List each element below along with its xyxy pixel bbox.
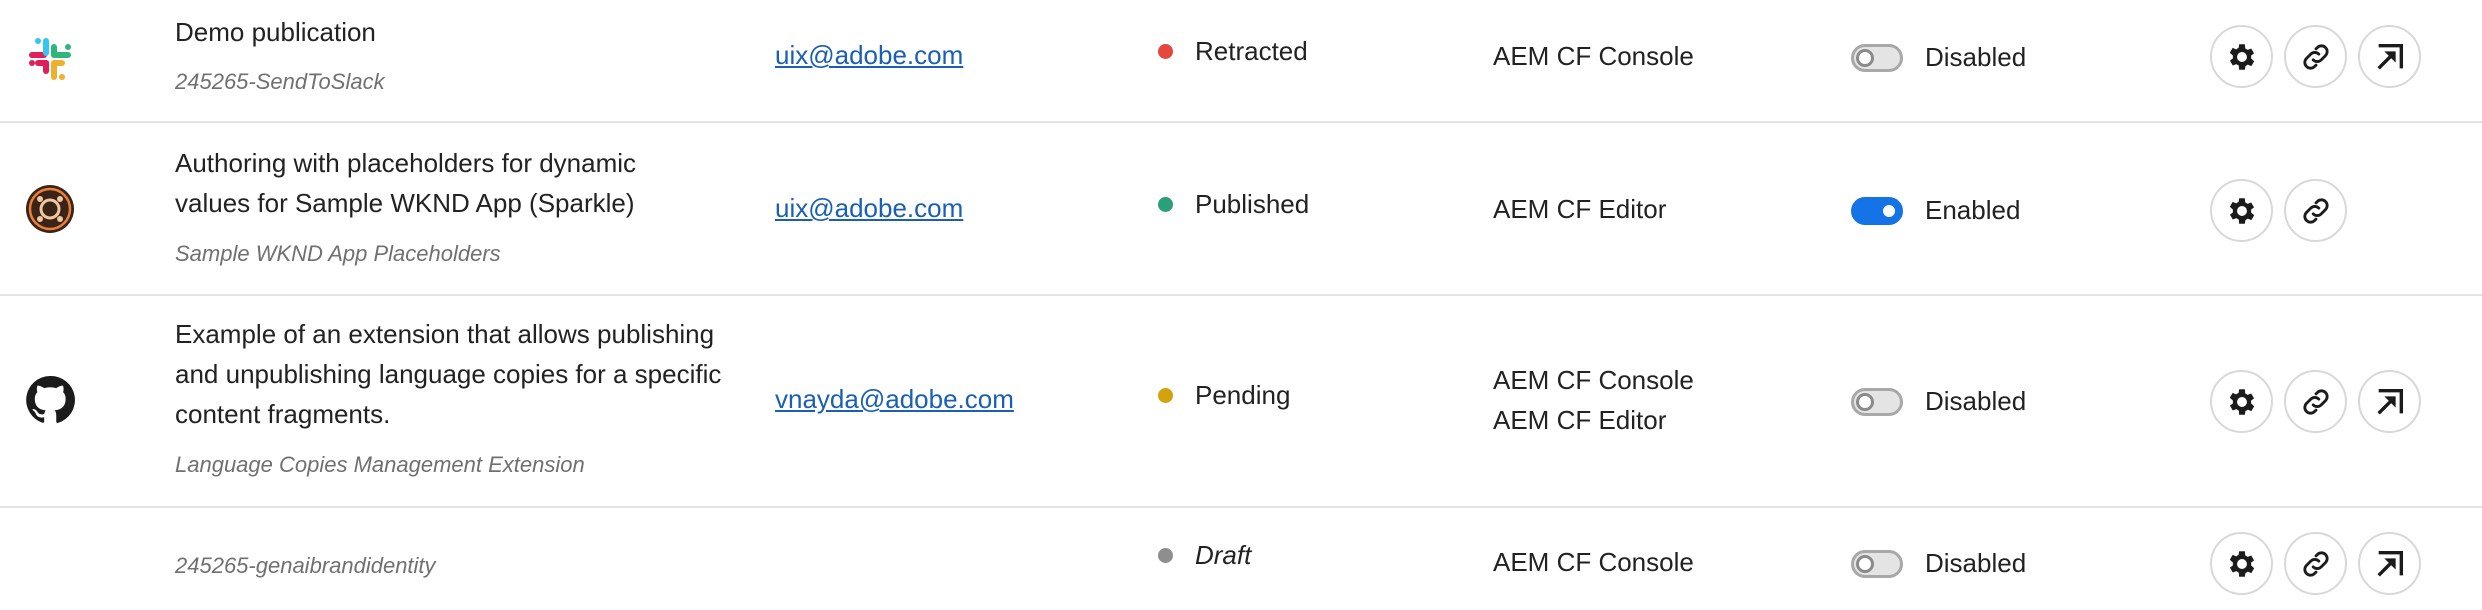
slack-icon [25, 34, 75, 84]
title-line: Example of an extension that allows publ… [175, 319, 715, 349]
toggle-label: Disabled [1925, 42, 2027, 72]
row-actions [2210, 370, 2421, 433]
title-line: content fragments. [175, 399, 391, 429]
row-actions [2210, 532, 2421, 595]
settings-icon [2229, 388, 2254, 415]
enable-toggle[interactable]: Disabled [1851, 386, 2026, 417]
open-external-button[interactable] [2358, 370, 2421, 433]
enable-toggle[interactable]: Enabled [1851, 195, 2020, 226]
open-external-button[interactable] [2358, 25, 2421, 88]
extension-points: AEM CF Editor [1493, 189, 1666, 229]
settings-button[interactable] [2210, 532, 2273, 595]
sparkle-app-icon [25, 184, 75, 234]
toggle-switch[interactable] [1851, 387, 1903, 416]
settings-button[interactable] [2210, 179, 2273, 242]
settings-icon [2229, 550, 2254, 577]
status-label: Retracted [1195, 36, 1308, 66]
table-row: Demo publication 245265-SendToSlack uix@… [0, 0, 2482, 123]
row-actions [2210, 179, 2347, 242]
github-icon [25, 375, 75, 425]
status-dot [1158, 197, 1173, 212]
status-dot [1158, 548, 1173, 563]
extension-id: Language Copies Management Extension [175, 452, 585, 477]
extension-title: Authoring with placeholders for dynamic … [175, 143, 735, 223]
extension-point: AEM CF Console [1493, 365, 1694, 395]
enable-toggle[interactable]: Disabled [1851, 548, 2026, 579]
copy-link-button[interactable] [2284, 532, 2347, 595]
status-badge: Retracted [1158, 36, 1308, 67]
extension-id: 245265-genaibrandidentity [175, 553, 436, 578]
copy-link-button[interactable] [2284, 25, 2347, 88]
settings-button[interactable] [2210, 370, 2273, 433]
toggle-label: Disabled [1925, 548, 2027, 578]
extension-title: Example of an extension that allows publ… [175, 314, 735, 434]
copy-link-button[interactable] [2284, 370, 2347, 433]
status-badge: Draft [1158, 540, 1251, 571]
row-actions [2210, 25, 2421, 88]
extension-id: Sample WKND App Placeholders [175, 241, 501, 266]
status-dot [1158, 44, 1173, 59]
title-line: and unpublishing language copies for a s… [175, 359, 722, 389]
toggle-switch[interactable] [1851, 43, 1903, 72]
table-row: Example of an extension that allows publ… [0, 296, 2482, 508]
status-label: Draft [1195, 540, 1252, 570]
author-email-link[interactable]: uix@adobe.com [775, 40, 963, 71]
toggle-switch[interactable] [1851, 196, 1903, 225]
extension-points: AEM CF Console [1493, 36, 1694, 76]
author-email-link[interactable]: vnayda@adobe.com [775, 384, 1014, 415]
extensions-table: Demo publication 245265-SendToSlack uix@… [0, 0, 2482, 610]
title-line: values for Sample WKND App (Sparkle) [175, 188, 635, 218]
status-label: Pending [1195, 380, 1291, 410]
link-icon [2302, 550, 2329, 577]
open-external-icon [2376, 550, 2403, 577]
table-row: Authoring with placeholders for dynamic … [0, 123, 2482, 296]
copy-link-button[interactable] [2284, 179, 2347, 242]
title-line: Authoring with placeholders for dynamic [175, 148, 637, 178]
toggle-label: Enabled [1925, 195, 2021, 225]
link-icon [2302, 388, 2329, 415]
toggle-switch[interactable] [1851, 549, 1903, 578]
settings-icon [2229, 43, 2254, 70]
extension-points: AEM CF Console AEM CF Editor [1493, 360, 1694, 440]
extension-point: AEM CF Editor [1493, 194, 1667, 224]
author-email-link[interactable]: uix@adobe.com [775, 193, 963, 224]
extension-point: AEM CF Editor [1493, 405, 1667, 435]
extension-point: AEM CF Console [1493, 41, 1694, 71]
status-badge: Published [1158, 189, 1309, 220]
extension-title: Demo publication [175, 17, 376, 47]
extension-points: AEM CF Console [1493, 542, 1694, 582]
link-icon [2302, 197, 2329, 224]
open-external-icon [2376, 388, 2403, 415]
settings-button[interactable] [2210, 25, 2273, 88]
extension-point: AEM CF Console [1493, 547, 1694, 577]
status-label: Published [1195, 189, 1310, 219]
extension-id: 245265-SendToSlack [175, 69, 385, 94]
table-row: 245265-genaibrandidentity Draft AEM CF C… [0, 508, 2482, 610]
open-external-button[interactable] [2358, 532, 2421, 595]
settings-icon [2229, 197, 2254, 224]
toggle-label: Disabled [1925, 386, 2027, 416]
open-external-icon [2376, 43, 2403, 70]
enable-toggle[interactable]: Disabled [1851, 42, 2026, 73]
status-badge: Pending [1158, 380, 1290, 411]
status-dot [1158, 388, 1173, 403]
link-icon [2302, 43, 2329, 70]
